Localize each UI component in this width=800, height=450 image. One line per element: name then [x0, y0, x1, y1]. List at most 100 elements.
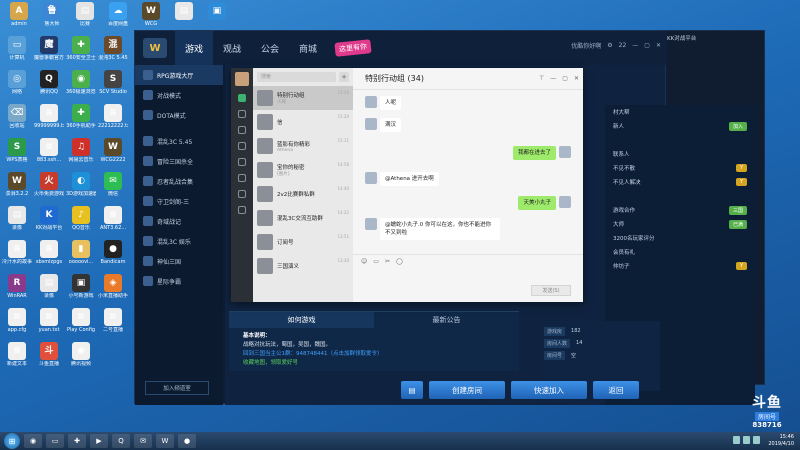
store-icon[interactable]: ▤: [401, 381, 423, 399]
clock[interactable]: 15:46 2019/4/10: [768, 434, 794, 448]
chat-list-item[interactable]: 2v2比赛群私群 14:40: [253, 182, 353, 206]
back-button[interactable]: 返回: [593, 381, 639, 399]
desktop-icon[interactable]: ▮ ooooovi...: [66, 240, 96, 265]
add-chat-button[interactable]: +: [339, 72, 349, 82]
search-input[interactable]: 搜索: [257, 72, 336, 82]
panel-row[interactable]: 会员有礼: [605, 245, 755, 259]
panel-row[interactable]: 不见人解决 Y: [605, 175, 755, 189]
desktop-icon[interactable]: ≡ 二号直播: [98, 308, 128, 333]
contacts-icon[interactable]: [238, 110, 246, 118]
sidebar-item[interactable]: RPG游戏大厅: [135, 65, 223, 85]
desktop-icon[interactable]: ● Bandicam: [98, 240, 128, 265]
sidebar-item[interactable]: 忍者乱战合集: [135, 171, 223, 191]
chat-list-item[interactable]: 三国演义 13:30: [253, 254, 353, 278]
taskbar-explorer-icon[interactable]: ▭: [46, 434, 64, 448]
taskbar-game-icon[interactable]: W: [156, 434, 174, 448]
tab-latest-notice[interactable]: 最新公告: [374, 312, 519, 328]
tab-watch[interactable]: 观战: [213, 31, 251, 65]
chat-list-item[interactable]: 特别行动组 人呢 15:36: [253, 86, 353, 110]
desktop-icon[interactable]: ⌫ 回收站: [2, 104, 32, 129]
gear-icon[interactable]: ⚙: [607, 42, 612, 49]
desktop-icon[interactable]: ≡22212222.txt: [98, 104, 128, 129]
start-button[interactable]: ⊞: [4, 433, 20, 449]
desktop-icon[interactable]: ♪ QQ音乐: [66, 206, 96, 231]
desktop-icon[interactable]: ◉ 腾讯视频: [66, 342, 96, 367]
files-icon[interactable]: [238, 142, 246, 150]
create-room-button[interactable]: 创建房间: [429, 381, 505, 399]
desktop-icon[interactable]: ♫ 网易云音乐: [66, 138, 96, 163]
desktop-icon[interactable]: R WinRAR: [2, 274, 32, 299]
sidebar-item[interactable]: 混乱3C 5.45: [135, 131, 223, 151]
message-bubble[interactable]: 满汉: [380, 118, 402, 132]
scissors-icon[interactable]: ✂: [385, 258, 390, 265]
desktop-icon[interactable]: ✚ 360安全卫士: [66, 36, 96, 61]
sidebar-item[interactable]: 冒险三国杀全: [135, 151, 223, 171]
miniprogram-icon[interactable]: [238, 174, 246, 182]
user-name[interactable]: 优酷你好啊: [571, 41, 601, 50]
desktop-icon[interactable]: ◈ 小米直播助手: [98, 274, 128, 299]
panel-row[interactable]: 3200名玩家评分: [605, 231, 755, 245]
quick-join-button[interactable]: 快速加入: [511, 381, 587, 399]
desktop-icon[interactable]: ≡ ANT3.62...: [98, 206, 128, 231]
moments-icon[interactable]: [238, 158, 246, 166]
panel-row[interactable]: 联系人: [605, 147, 755, 161]
desktop-icon[interactable]: W WCG2222: [98, 138, 128, 163]
taskbar-360-icon[interactable]: ✚: [68, 434, 86, 448]
sidebar-item[interactable]: 奇域战记: [135, 211, 223, 231]
folder-icon[interactable]: ▭: [373, 258, 379, 265]
sidebar-item[interactable]: 守卫剑阁-三: [135, 191, 223, 211]
chat-list-item[interactable]: 宝你的秘密 [图片] 14:58: [253, 158, 353, 182]
maximize-icon[interactable]: ▢: [644, 42, 650, 49]
desktop-icon[interactable]: 鲁鲁大师: [37, 2, 67, 27]
chat-bubble-icon[interactable]: ◯: [396, 258, 403, 265]
desktop-icon[interactable]: K KK对战平台: [34, 206, 64, 231]
chat-list-item[interactable]: 混乱3C交流互助群 14:22: [253, 206, 353, 230]
panel-row[interactable]: 不见不散 Y: [605, 161, 755, 175]
desktop-icon[interactable]: ▭ 计算机: [2, 36, 32, 61]
chat-icon[interactable]: [238, 94, 246, 102]
taskbar-qq-icon[interactable]: Q: [112, 434, 130, 448]
message-bubble[interactable]: 天美小丸子: [518, 196, 556, 210]
sidebar-item[interactable]: 神仙三国: [135, 251, 223, 271]
sidebar-item[interactable]: 星际争霸: [135, 271, 223, 291]
close-icon[interactable]: ✕: [574, 68, 579, 90]
tab-game[interactable]: 游戏: [175, 31, 214, 65]
desktop-icon[interactable]: Aadmin: [4, 2, 34, 27]
minimize-icon[interactable]: —: [550, 68, 556, 90]
desktop-icon[interactable]: W WCG: [136, 2, 166, 27]
settings-icon[interactable]: [238, 206, 246, 214]
tray-input-icon[interactable]: [753, 436, 760, 444]
desktop-icon[interactable]: ◐ 3D游戏加速器: [66, 172, 96, 197]
panel-row[interactable]: 游戏合作 三国: [605, 203, 755, 217]
desktop-icon[interactable]: ≡ 冷汗水的故事: [2, 240, 32, 265]
desktop-icon[interactable]: 斗斗鱼直播: [34, 342, 64, 367]
desktop-icon[interactable]: 魔魔兽争霸官方对战平台: [34, 36, 64, 61]
desktop-icon[interactable]: ✉ 微信: [98, 172, 128, 197]
pin-icon[interactable]: ⊤: [539, 68, 544, 90]
favorites-icon[interactable]: [238, 126, 246, 134]
emoji-icon[interactable]: ☺: [361, 258, 367, 265]
panel-row[interactable]: 大师 已满: [605, 217, 755, 231]
desktop-icon[interactable]: ▤ 录像: [2, 206, 32, 231]
minimize-icon[interactable]: —: [632, 42, 638, 49]
phone-icon[interactable]: [238, 190, 246, 198]
message-bubble[interactable]: 我都在进去了: [512, 146, 556, 160]
desktop-icon[interactable]: ▣: [202, 2, 232, 21]
message-bubble[interactable]: @Athena 进开去啊: [380, 172, 439, 186]
panel-row[interactable]: 村大帮: [605, 105, 755, 119]
desktop-icon[interactable]: ✚ 360手机助手: [66, 104, 96, 129]
panel-row[interactable]: 仲坊子 Y: [605, 259, 755, 273]
message-bubble[interactable]: 人呢: [380, 96, 402, 110]
desktop-icon[interactable]: ≡ 883.ssh...: [34, 138, 64, 163]
chat-list-item[interactable]: 信 15:20: [253, 110, 353, 134]
chat-window[interactable]: 搜索 + 特别行动组 人呢 15:36 信 15:20 蓝影有你精彩 Athena 15:11…: [231, 68, 583, 302]
add-channel-button[interactable]: 加入频道室: [145, 381, 209, 395]
desktop-icon[interactable]: ☁ 百度网盘: [103, 2, 133, 27]
send-button[interactable]: 发送(S): [531, 285, 571, 296]
desktop-icon[interactable]: S WPS表格: [2, 138, 32, 163]
tab-guild[interactable]: 公会: [251, 31, 289, 65]
desktop-icon[interactable]: ≡ app.cfg: [2, 308, 32, 333]
tray-volume-icon[interactable]: [743, 436, 750, 444]
desktop-icon[interactable]: ▤ 录像: [34, 274, 64, 299]
chat-list-item[interactable]: 蓝影有你精彩 Athena 15:11: [253, 134, 353, 158]
